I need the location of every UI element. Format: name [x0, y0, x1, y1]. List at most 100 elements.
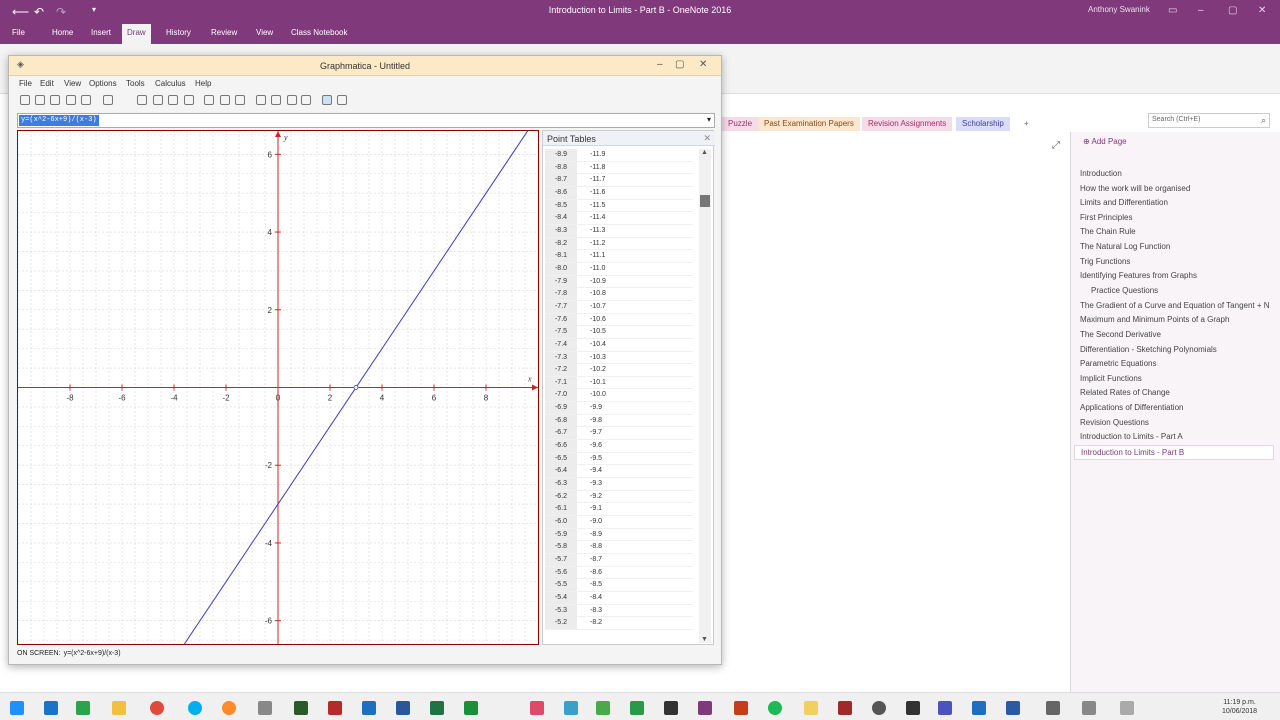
app-icon[interactable] [596, 701, 610, 715]
app-icon[interactable] [664, 701, 678, 715]
teams-icon[interactable] [938, 701, 952, 715]
music-app-icon[interactable] [530, 701, 544, 715]
excel-icon[interactable] [430, 701, 444, 715]
minimize-icon[interactable]: – [657, 59, 663, 70]
tab-class-notebook[interactable]: Class Notebook [291, 28, 347, 37]
page-item[interactable]: The Gradient of a Curve and Equation of … [1080, 301, 1270, 310]
section-tab-revision[interactable]: Revision Assignments [862, 117, 953, 131]
page-item[interactable]: Differentiation - Sketching Polynomials [1080, 345, 1217, 354]
tab-review[interactable]: Review [211, 28, 237, 37]
chrome-icon[interactable] [150, 701, 164, 715]
derivative-icon[interactable] [271, 95, 281, 105]
integral-icon[interactable] [287, 95, 297, 105]
page-item[interactable]: Related Rates of Change [1080, 388, 1170, 397]
page-item[interactable]: Limits and Differentiation [1080, 198, 1168, 207]
calculator-icon[interactable] [258, 701, 272, 715]
expand-icon[interactable]: ⤢ [1052, 140, 1060, 151]
add-section-button[interactable]: + [1018, 117, 1035, 131]
menu-tools[interactable]: Tools [126, 79, 145, 88]
page-item[interactable]: Revision Questions [1080, 418, 1149, 427]
section-tab-scholarship[interactable]: Scholarship [956, 117, 1010, 131]
outlook-icon[interactable] [362, 701, 376, 715]
acrobat-icon[interactable] [328, 701, 342, 715]
app-icon[interactable] [872, 701, 886, 715]
zoom-out-icon[interactable] [220, 95, 230, 105]
redraw-all-icon[interactable] [153, 95, 163, 105]
new-icon[interactable] [20, 95, 30, 105]
equation-text[interactable]: y=(x^2-6x+9)/(x-3) [19, 115, 99, 126]
tab-file[interactable]: File [12, 28, 25, 37]
spotify-icon[interactable] [768, 701, 782, 715]
keyboard-icon[interactable] [1120, 701, 1134, 715]
tab-view[interactable]: View [256, 28, 273, 37]
page-item[interactable]: Applications of Differentiation [1080, 403, 1183, 412]
page-item[interactable]: The Second Derivative [1080, 330, 1161, 339]
clock[interactable]: 11:19 p.m. 10/06/2018 [1222, 698, 1257, 716]
graph-app-icon[interactable] [464, 701, 478, 715]
page-item[interactable]: How the work will be organised [1080, 184, 1190, 193]
subpage-item[interactable]: Practice Questions [1091, 286, 1158, 295]
tangent-icon[interactable] [256, 95, 266, 105]
firefox-icon[interactable] [222, 701, 236, 715]
section-tab-puzzle[interactable]: Puzzle [722, 117, 759, 131]
outlook-icon[interactable] [972, 701, 986, 715]
close-icon[interactable]: ✕ [703, 133, 711, 144]
print-icon[interactable] [66, 95, 76, 105]
table-icon[interactable] [337, 95, 347, 105]
app-icon[interactable] [1082, 701, 1096, 715]
explorer-icon[interactable] [112, 701, 126, 715]
open-icon[interactable] [35, 95, 45, 105]
powerpoint-icon[interactable] [734, 701, 748, 715]
point-table-scrollbar[interactable]: ▲ ▼ [699, 149, 711, 643]
maximize-icon[interactable]: ▢ [1228, 5, 1237, 16]
menu-help[interactable]: Help [195, 79, 211, 88]
start-icon[interactable] [10, 701, 24, 715]
user-name[interactable]: Anthony Swanink [1088, 5, 1150, 14]
tab-draw[interactable]: Draw [122, 24, 151, 44]
page-item[interactable]: Introduction to Limits - Part A [1080, 432, 1183, 441]
app-icon[interactable] [906, 701, 920, 715]
add-page-button[interactable]: ⊕ Add Page [1083, 137, 1127, 146]
acrobat-icon[interactable] [838, 701, 852, 715]
page-item[interactable]: Implicit Functions [1080, 374, 1142, 383]
tab-insert[interactable]: Insert [91, 28, 111, 37]
tab-home[interactable]: Home [52, 28, 73, 37]
page-item-selected[interactable]: Introduction to Limits - Part B [1074, 445, 1274, 460]
page-item[interactable]: Introduction [1080, 169, 1122, 178]
grid-icon[interactable] [322, 95, 332, 105]
menu-edit[interactable]: Edit [40, 79, 54, 88]
scroll-down-icon[interactable]: ▼ [701, 636, 708, 643]
zoom-fit-icon[interactable] [235, 95, 245, 105]
word-icon[interactable] [396, 701, 410, 715]
save-icon[interactable] [50, 95, 60, 105]
search-box[interactable]: Search (Ctrl+E) ⌕ [1148, 113, 1270, 128]
camtasia-icon[interactable] [630, 701, 644, 715]
chevron-down-icon[interactable]: ▾ [707, 115, 711, 124]
scroll-up-icon[interactable]: ▲ [701, 149, 708, 156]
app-icon[interactable] [1046, 701, 1060, 715]
folder-icon[interactable] [804, 701, 818, 715]
minimize-icon[interactable]: – [1198, 5, 1204, 16]
skype-icon[interactable] [188, 701, 202, 715]
menu-calculus[interactable]: Calculus [155, 79, 186, 88]
redraw-icon[interactable] [137, 95, 147, 105]
copy-icon[interactable] [81, 95, 91, 105]
close-icon[interactable]: ✕ [699, 59, 707, 70]
onenote-taskbar-icon[interactable] [698, 701, 712, 715]
page-item[interactable]: The Natural Log Function [1080, 242, 1170, 251]
store-icon[interactable] [76, 701, 90, 715]
graph-icon[interactable] [103, 95, 113, 105]
page-item[interactable]: Identifying Features from Graphs [1080, 271, 1197, 280]
maps-icon[interactable] [564, 701, 578, 715]
page-item[interactable]: The Chain Rule [1080, 227, 1136, 236]
page-item[interactable]: First Principles [1080, 213, 1132, 222]
menu-file[interactable]: File [19, 79, 32, 88]
edge-icon[interactable] [44, 701, 58, 715]
tab-history[interactable]: History [166, 28, 191, 37]
page-item[interactable]: Maximum and Minimum Points of a Graph [1080, 315, 1229, 324]
search-icon[interactable]: ⌕ [1261, 115, 1266, 126]
dreamweaver-icon[interactable] [294, 701, 308, 715]
page-item[interactable]: Parametric Equations [1080, 359, 1156, 368]
menu-view[interactable]: View [64, 79, 81, 88]
ribbon-display-icon[interactable]: ▭ [1168, 5, 1177, 16]
